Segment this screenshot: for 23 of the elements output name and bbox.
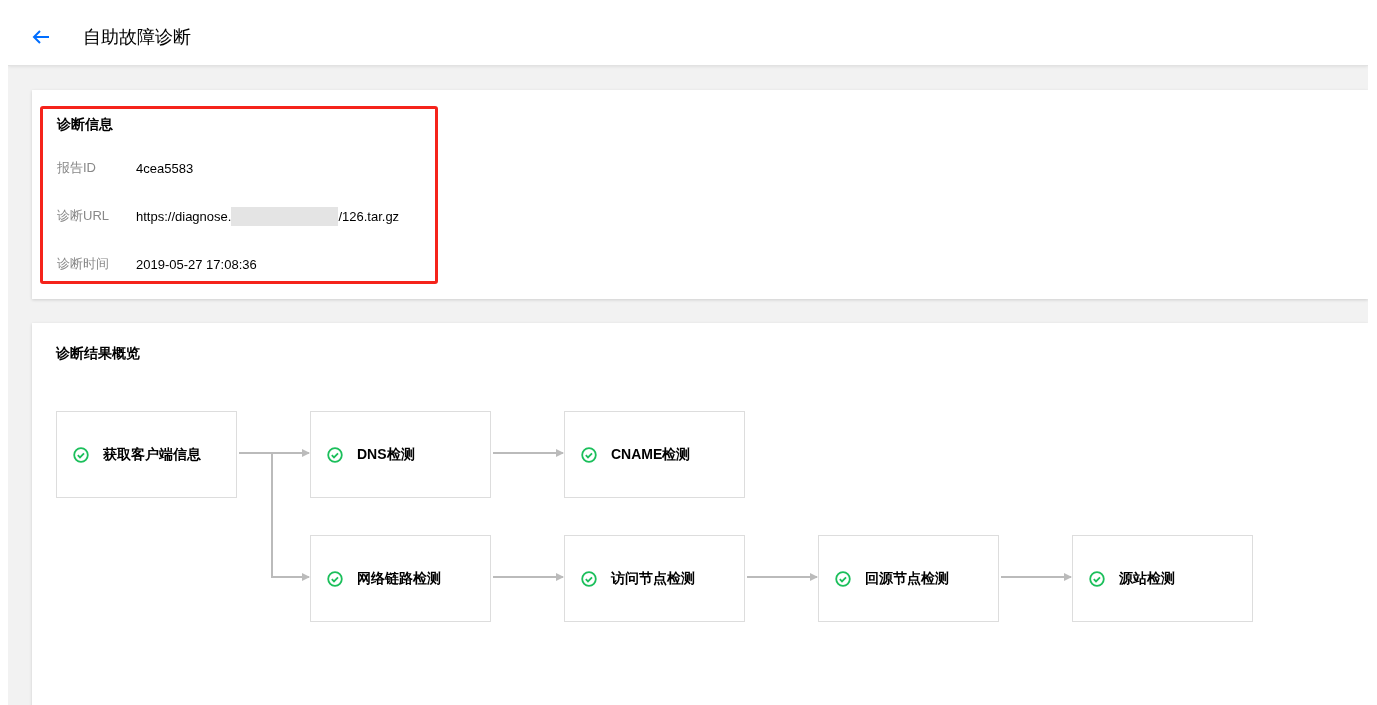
field-label: 诊断URL xyxy=(57,207,110,225)
step-card: 回源节点检测 xyxy=(818,535,999,622)
section-title: 诊断结果概览 xyxy=(56,345,140,363)
step-card: 源站检测 xyxy=(1072,535,1253,622)
flow-arrow xyxy=(492,449,564,457)
url-text: /126.tar.gz xyxy=(338,208,400,224)
field-value: 4cea5583 xyxy=(136,160,194,176)
back-arrow-icon[interactable] xyxy=(32,28,50,45)
step-card: 访问节点检测 xyxy=(564,535,745,622)
step-card: DNS检测 xyxy=(310,411,491,498)
page-title: 自助故障诊断 xyxy=(83,25,191,49)
url-text: https://diagnose. xyxy=(136,208,232,224)
flow-arrow xyxy=(746,573,818,581)
flow-arrow xyxy=(492,573,564,581)
flow-arrow xyxy=(1000,573,1072,581)
step-card: CNAME检测 xyxy=(564,411,745,498)
step-card: 获取客户端信息 xyxy=(56,411,237,498)
flow-arrow xyxy=(238,449,310,457)
field-label: 诊断时间 xyxy=(57,255,110,273)
field-value: 2019-05-27 17:08:36 xyxy=(136,256,257,272)
field-label: 报告ID xyxy=(57,159,97,177)
section-title: 诊断信息 xyxy=(57,116,114,134)
step-card: 网络链路检测 xyxy=(310,535,491,622)
